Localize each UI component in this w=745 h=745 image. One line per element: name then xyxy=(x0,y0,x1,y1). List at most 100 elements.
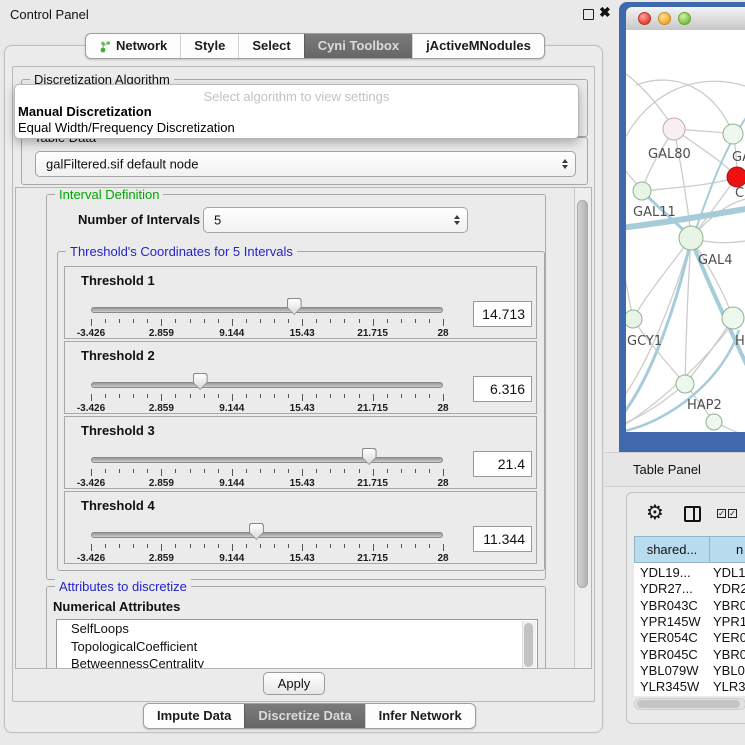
tab-discretize-data[interactable]: Discretize Data xyxy=(244,704,364,728)
table-cell: YLR345W xyxy=(640,679,699,694)
slider-thumb[interactable] xyxy=(249,523,264,540)
gcy1-node[interactable] xyxy=(626,310,642,328)
algorithm-option[interactable]: Manual Discretization xyxy=(18,104,152,119)
pink-node[interactable] xyxy=(663,118,685,140)
major-tick xyxy=(161,319,162,326)
network-edge[interactable] xyxy=(685,318,733,384)
attributes-list[interactable]: SelfLoopsTopologicalCoefficientBetweenne… xyxy=(56,619,538,669)
table-cell: YBR0 xyxy=(713,598,745,613)
tab-jactivemnodules[interactable]: jActiveMNodules xyxy=(412,34,544,58)
close-traffic-light[interactable] xyxy=(638,12,651,25)
tab-network[interactable]: Network xyxy=(86,34,180,58)
algorithm-option[interactable]: Equal Width/Frequency Discretization xyxy=(18,120,235,135)
slider-track[interactable] xyxy=(91,457,443,463)
threshold-value-field[interactable]: 11.344 xyxy=(473,526,532,552)
major-tick xyxy=(161,469,162,476)
bottom-node[interactable] xyxy=(706,414,722,430)
column-header-name[interactable]: n xyxy=(709,536,745,563)
slider-track[interactable] xyxy=(91,532,443,538)
table-row[interactable]: YLR345WYLR3 xyxy=(634,679,745,695)
table-cell: YBR043C xyxy=(640,598,698,613)
tick-label: -3.426 xyxy=(66,478,116,489)
column-header-shared-name[interactable]: shared... xyxy=(634,536,710,563)
table-row[interactable]: YDR27...YDR2 xyxy=(634,581,745,597)
slider-thumb[interactable] xyxy=(287,298,302,315)
minor-tick xyxy=(344,544,345,548)
threshold-panel-2: Threshold 2-3.4262.8599.14415.4321.71528… xyxy=(64,341,537,414)
minor-tick xyxy=(105,544,106,548)
network-canvas[interactable]: GAL80GACGAL11GAL4GCY1HHAP2 xyxy=(626,30,745,432)
attributes-list-scrollbar[interactable] xyxy=(522,621,536,669)
table-row[interactable]: YBR045CYBR0 xyxy=(634,647,745,663)
tick-label: 15.43 xyxy=(277,553,327,564)
minor-tick xyxy=(246,469,247,473)
attribute-item[interactable]: TopologicalCoefficient xyxy=(57,638,537,656)
tab-impute-data[interactable]: Impute Data xyxy=(144,704,244,728)
attributes-group: Attributes to discretize Numerical Attri… xyxy=(46,586,546,669)
node-label: GCY1 xyxy=(627,334,662,349)
node-label: GAL11 xyxy=(633,205,676,220)
slider-thumb[interactable] xyxy=(193,373,208,390)
tab-infer-network[interactable]: Infer Network xyxy=(365,704,475,728)
number-of-intervals-combobox[interactable]: 5 xyxy=(203,207,468,233)
table-data-combobox[interactable]: galFiltered.sif default node xyxy=(35,151,576,177)
minor-tick xyxy=(415,394,416,398)
table-row[interactable]: YER054CYER0 xyxy=(634,630,745,646)
attribute-item[interactable]: BetweennessCentrality xyxy=(57,655,537,669)
gear-icon[interactable]: ⚙ xyxy=(646,500,664,524)
red-node[interactable] xyxy=(727,167,745,187)
network-edge[interactable] xyxy=(642,177,737,191)
network-window-titlebar[interactable] xyxy=(626,7,745,31)
threshold-label: Threshold 2 xyxy=(81,348,155,363)
minor-tick xyxy=(415,469,416,473)
minimize-traffic-light[interactable] xyxy=(658,12,671,25)
zoom-traffic-light[interactable] xyxy=(678,12,691,25)
slider-thumb[interactable] xyxy=(362,448,377,465)
table-row[interactable]: YIL052CYIL0 xyxy=(634,695,745,696)
minor-tick xyxy=(288,469,289,473)
minor-tick xyxy=(387,544,388,548)
minor-tick xyxy=(401,394,402,398)
gal4-node[interactable] xyxy=(679,226,703,250)
float-window-icon[interactable] xyxy=(583,9,594,20)
threshold-value-field[interactable]: 14.713 xyxy=(473,301,532,327)
table-horizontal-scrollbar[interactable] xyxy=(634,698,745,710)
tab-cyni-toolbox[interactable]: Cyni Toolbox xyxy=(304,34,412,58)
tick-label: 9.144 xyxy=(207,478,257,489)
settings-vertical-scrollbar[interactable] xyxy=(574,188,591,668)
minor-tick xyxy=(415,544,416,548)
checkbox-icon[interactable]: ✓ xyxy=(717,509,726,518)
table-data-value: galFiltered.sif default node xyxy=(46,157,198,172)
algorithm-hint: Select algorithm to view settings xyxy=(15,89,578,104)
network-icon xyxy=(99,40,111,53)
threshold-value-field[interactable]: 6.316 xyxy=(473,376,532,402)
table-row[interactable]: YBR043C YBR0 xyxy=(634,598,745,614)
minor-tick xyxy=(218,469,219,473)
slider-track[interactable] xyxy=(91,382,443,388)
attribute-item[interactable]: SelfLoops xyxy=(57,620,537,638)
major-tick xyxy=(161,544,162,551)
hap2-node[interactable] xyxy=(676,375,694,393)
green-node-top[interactable] xyxy=(723,124,743,144)
column-layout-icon[interactable] xyxy=(684,506,701,522)
thresholds-group: Threshold's Coordinates for 5 Intervals … xyxy=(57,251,545,571)
minor-tick xyxy=(119,394,120,398)
gal11-node[interactable] xyxy=(633,182,651,200)
major-tick xyxy=(302,394,303,401)
scrollbar-thumb[interactable] xyxy=(577,200,588,588)
minor-tick xyxy=(288,544,289,548)
apply-button[interactable]: Apply xyxy=(263,672,325,695)
node-attribute-table[interactable]: shared...n YDL19...YDL1YDR27...YDR2YBR043… xyxy=(634,536,745,696)
table-row[interactable]: YPR145WYPR1 xyxy=(634,614,745,630)
minor-tick xyxy=(147,394,148,398)
table-row[interactable]: YBL079WYBL0 xyxy=(634,663,745,679)
tab-style[interactable]: Style xyxy=(180,34,238,58)
slider-track[interactable] xyxy=(91,307,443,313)
tab-select[interactable]: Select xyxy=(238,34,303,58)
table-cell: YDL19... xyxy=(640,565,691,580)
h-node[interactable] xyxy=(722,307,744,329)
close-icon[interactable]: ✖ xyxy=(599,4,611,21)
checkbox-icon[interactable]: ✓ xyxy=(728,509,737,518)
threshold-value-field[interactable]: 21.4 xyxy=(473,451,532,477)
table-row[interactable]: YDL19...YDL1 xyxy=(634,565,745,581)
